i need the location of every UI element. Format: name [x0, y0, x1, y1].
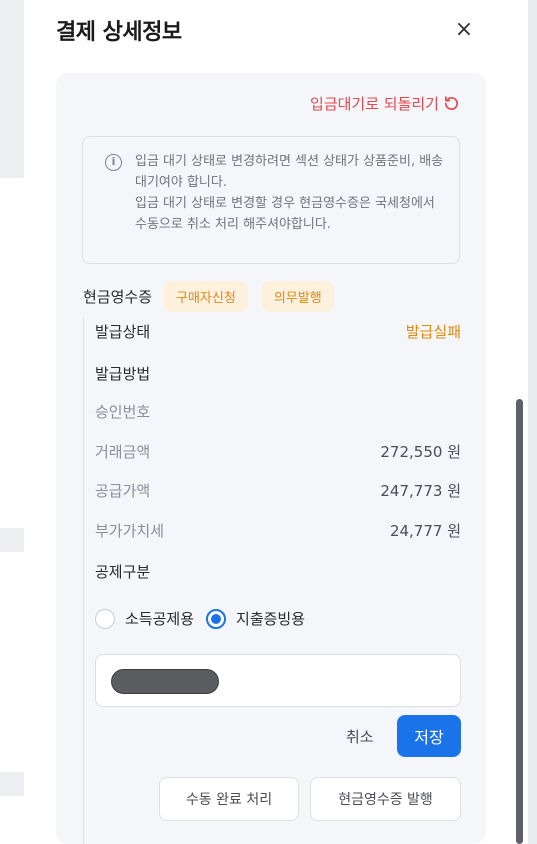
detail-value: 24,777 원 — [389, 521, 461, 540]
cash-receipt-header: 현금영수증 구매자신청 의무발행 — [83, 280, 348, 312]
detail-label: 공급가액 — [95, 481, 151, 500]
detail-label: 공제구분 — [95, 562, 151, 581]
detail-label: 거래금액 — [95, 442, 151, 461]
info-icon: i — [105, 154, 122, 171]
detail-value: 272,550 원 — [380, 442, 461, 461]
receipt-details: 발급상태 발급실패 발급방법 승인번호 거래금액 272,550 원 공급가액 … — [83, 318, 461, 844]
detail-row-vat: 부가가치세 24,777 원 — [95, 519, 461, 541]
background-card — [0, 178, 24, 528]
detail-row-approval-number: 승인번호 — [95, 400, 461, 422]
refresh-icon — [444, 96, 458, 110]
close-icon[interactable]: × — [452, 16, 476, 44]
issue-status-value: 발급실패 — [405, 322, 461, 341]
save-button[interactable]: 저장 — [397, 715, 461, 757]
issue-cash-receipt-button[interactable]: 현금영수증 발행 — [310, 777, 461, 821]
background-card — [0, 796, 24, 844]
payment-detail-panel: 결제 상세정보 × 입금대기로 되돌리기 i 입금 대기 상태로 변경하려면 섹… — [24, 0, 528, 844]
notice-box: i 입금 대기 상태로 변경하려면 섹션 상태가 상품준비, 배송대기여야 합니… — [82, 136, 460, 264]
detail-label: 승인번호 — [95, 402, 151, 421]
deduction-type-radio-group: 소득공제용 지출증빙용 — [95, 608, 317, 629]
detail-value: 247,773 원 — [380, 481, 461, 500]
notice-line: 입금 대기 상태로 변경할 경우 현금영수증은 국세청에서 수동으로 취소 처리… — [135, 196, 435, 232]
manual-complete-button[interactable]: 수동 완료 처리 — [159, 777, 299, 821]
detail-label: 부가가치세 — [95, 521, 165, 540]
buyer-request-badge: 구매자신청 — [164, 280, 248, 312]
background-card — [0, 552, 24, 772]
notice-line: 입금 대기 상태로 변경하려면 섹션 상태가 상품준비, 배송대기여야 합니다. — [135, 154, 444, 190]
radio-label[interactable]: 지출증빙용 — [236, 608, 305, 629]
detail-row-deduction-type: 공제구분 — [95, 560, 461, 582]
redacted-value — [111, 669, 219, 694]
background-left-strip — [0, 0, 24, 844]
cash-receipt-label: 현금영수증 — [83, 287, 153, 306]
mandatory-issue-badge: 의무발행 — [261, 280, 334, 312]
detail-label: 발급상태 — [95, 322, 151, 341]
income-deduction-radio[interactable] — [95, 608, 115, 629]
notice-text: 입금 대기 상태로 변경하려면 섹션 상태가 상품준비, 배송대기여야 합니다.… — [135, 151, 445, 235]
detail-label: 발급방법 — [95, 364, 151, 383]
scrollbar-thumb[interactable] — [516, 399, 523, 844]
detail-row-issue-method: 발급방법 — [95, 362, 461, 384]
radio-label[interactable]: 소득공제용 — [125, 608, 194, 629]
revert-label: 입금대기로 되돌리기 — [310, 95, 439, 113]
detail-card: 입금대기로 되돌리기 i 입금 대기 상태로 변경하려면 섹션 상태가 상품준비… — [56, 73, 486, 844]
panel-title: 결제 상세정보 — [56, 20, 182, 45]
detail-row-transaction-amount: 거래금액 272,550 원 — [95, 440, 461, 462]
background-right-strip — [528, 0, 537, 844]
revert-to-pending-button[interactable]: 입금대기로 되돌리기 — [310, 93, 460, 114]
detail-row-supply-amount: 공급가액 247,773 원 — [95, 479, 461, 501]
receipt-number-input[interactable] — [95, 654, 461, 707]
cancel-button[interactable]: 취소 — [346, 726, 374, 747]
expense-proof-radio[interactable] — [206, 608, 227, 629]
detail-row-issue-status: 발급상태 발급실패 — [95, 320, 461, 342]
